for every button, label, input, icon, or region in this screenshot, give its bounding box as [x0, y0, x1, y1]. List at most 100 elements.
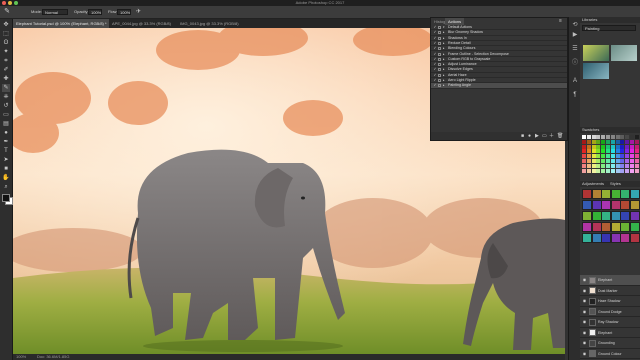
color-swatch[interactable] — [625, 139, 630, 144]
color-swatch[interactable] — [582, 149, 586, 154]
character-panel-icon[interactable]: A — [571, 77, 579, 85]
color-swatch[interactable] — [601, 168, 606, 173]
color-swatch[interactable] — [596, 163, 601, 168]
color-swatch[interactable] — [601, 135, 606, 139]
visibility-eye-icon[interactable]: ◉ — [582, 338, 587, 348]
panel-menu-icon[interactable]: ≡ — [559, 18, 562, 25]
color-swatch[interactable] — [620, 163, 625, 168]
style-preset[interactable] — [582, 200, 592, 210]
new-action-icon[interactable]: ＋ — [549, 133, 554, 139]
style-preset[interactable] — [591, 189, 602, 199]
color-swatch[interactable] — [620, 149, 625, 154]
gradient-tool-icon[interactable]: ▤ — [2, 120, 10, 128]
color-swatch[interactable] — [634, 154, 639, 159]
color-swatch[interactable] — [630, 154, 634, 159]
history-panel-icon[interactable]: ⟲ — [571, 21, 579, 29]
color-swatch[interactable] — [591, 168, 596, 173]
info-panel-icon[interactable]: ⓘ — [571, 59, 579, 67]
layer-row[interactable]: ◉ Grounding — [580, 338, 640, 349]
color-swatch[interactable] — [596, 168, 601, 173]
marquee-tool-icon[interactable]: ⬚ — [2, 30, 10, 38]
style-preset[interactable] — [601, 222, 611, 232]
style-preset[interactable] — [629, 222, 640, 232]
layer-row[interactable]: ◉ Elephant — [580, 275, 640, 286]
brush-tool-icon[interactable]: ✎ — [3, 8, 11, 16]
trash-icon[interactable]: 🗑 — [557, 133, 563, 139]
color-swatch[interactable] — [586, 144, 591, 149]
library-thumb-3[interactable] — [583, 63, 609, 79]
crop-tool-icon[interactable]: ⌗ — [2, 57, 10, 65]
dodge-tool-icon[interactable]: ● — [2, 129, 10, 137]
color-swatch[interactable] — [610, 154, 615, 159]
color-swatch[interactable] — [620, 154, 625, 159]
color-swatch[interactable] — [601, 144, 606, 149]
history-brush-tool-icon[interactable]: ↺ — [2, 102, 10, 110]
style-preset[interactable] — [620, 233, 630, 243]
layer-row[interactable]: ◉ Ground Dodge — [580, 307, 640, 317]
color-swatch[interactable] — [591, 139, 596, 144]
color-swatch[interactable] — [630, 163, 634, 168]
color-swatch[interactable] — [601, 149, 606, 154]
color-swatch[interactable] — [634, 168, 639, 173]
color-swatch[interactable] — [630, 135, 634, 139]
tab-document-1[interactable]: Elephant Tutorial.psd @ 100% (Elephant, … — [13, 19, 109, 28]
color-swatch[interactable] — [610, 149, 615, 154]
color-swatch[interactable] — [606, 139, 610, 144]
tab-document-2[interactable]: APE_0044.jpg @ 33.3% (RGB/8) — [109, 19, 177, 28]
color-swatch[interactable] — [634, 139, 639, 144]
color-swatch[interactable] — [620, 135, 625, 139]
record-icon[interactable]: ● — [528, 133, 531, 139]
visibility-eye-icon[interactable]: ◉ — [582, 317, 587, 327]
paragraph-panel-icon[interactable]: ¶ — [571, 91, 579, 99]
layer-row[interactable]: ◉ Dust Marker — [580, 286, 640, 296]
hand-tool-icon[interactable]: ✋ — [2, 174, 10, 182]
visibility-eye-icon[interactable]: ◉ — [582, 286, 587, 296]
color-swatch[interactable] — [601, 163, 606, 168]
color-swatch[interactable] — [606, 168, 610, 173]
zoom-level[interactable]: 100% — [16, 354, 26, 360]
color-swatch[interactable] — [615, 159, 620, 163]
color-swatch[interactable] — [625, 144, 630, 149]
color-swatch[interactable] — [625, 149, 630, 154]
style-preset[interactable] — [601, 211, 611, 221]
color-swatch[interactable] — [606, 135, 610, 139]
visibility-eye-icon[interactable]: ◉ — [582, 307, 587, 317]
pen-tool-icon[interactable]: ✒ — [2, 138, 10, 146]
clone-stamp-tool-icon[interactable]: ⎈ — [2, 93, 10, 101]
style-preset[interactable] — [620, 189, 630, 199]
quick-select-tool-icon[interactable]: ✦ — [2, 48, 10, 56]
style-preset[interactable] — [620, 222, 630, 232]
color-swatch[interactable] — [625, 135, 630, 139]
color-swatch[interactable] — [610, 168, 615, 173]
tab-actions[interactable]: Actions — [445, 18, 465, 25]
color-swatch[interactable] — [610, 163, 615, 168]
color-swatch[interactable] — [615, 149, 620, 154]
styles-grid[interactable] — [582, 189, 640, 249]
color-swatch[interactable] — [582, 144, 586, 149]
color-swatch[interactable] — [586, 168, 591, 173]
visibility-eye-icon[interactable]: ◉ — [582, 328, 587, 338]
color-swatch[interactable] — [615, 168, 620, 173]
stop-icon[interactable]: ■ — [521, 133, 524, 139]
style-preset[interactable] — [629, 211, 640, 221]
play-icon[interactable]: ▶ — [535, 133, 539, 139]
style-preset[interactable] — [629, 233, 640, 243]
lasso-tool-icon[interactable]: ʘ — [2, 39, 10, 47]
opacity-field[interactable]: 100% — [88, 9, 102, 15]
color-swatch[interactable] — [625, 154, 630, 159]
color-swatch[interactable] — [591, 163, 596, 168]
color-swatch[interactable] — [610, 159, 615, 163]
color-swatch[interactable] — [634, 163, 639, 168]
color-swatch[interactable] — [582, 163, 586, 168]
color-swatch[interactable] — [620, 144, 625, 149]
color-swatch[interactable] — [606, 159, 610, 163]
color-swatch[interactable] — [596, 154, 601, 159]
color-swatch[interactable] — [586, 135, 591, 139]
layer-row[interactable]: ◉ Elephant — [580, 328, 640, 338]
color-swatch[interactable] — [620, 159, 625, 163]
style-preset[interactable] — [610, 222, 621, 232]
airbrush-icon[interactable]: ✈ — [136, 8, 141, 16]
color-swatch[interactable] — [634, 149, 639, 154]
color-swatch[interactable] — [610, 135, 615, 139]
action-item-selected[interactable]: ✓ ▸ Painting Angle — [431, 83, 567, 89]
